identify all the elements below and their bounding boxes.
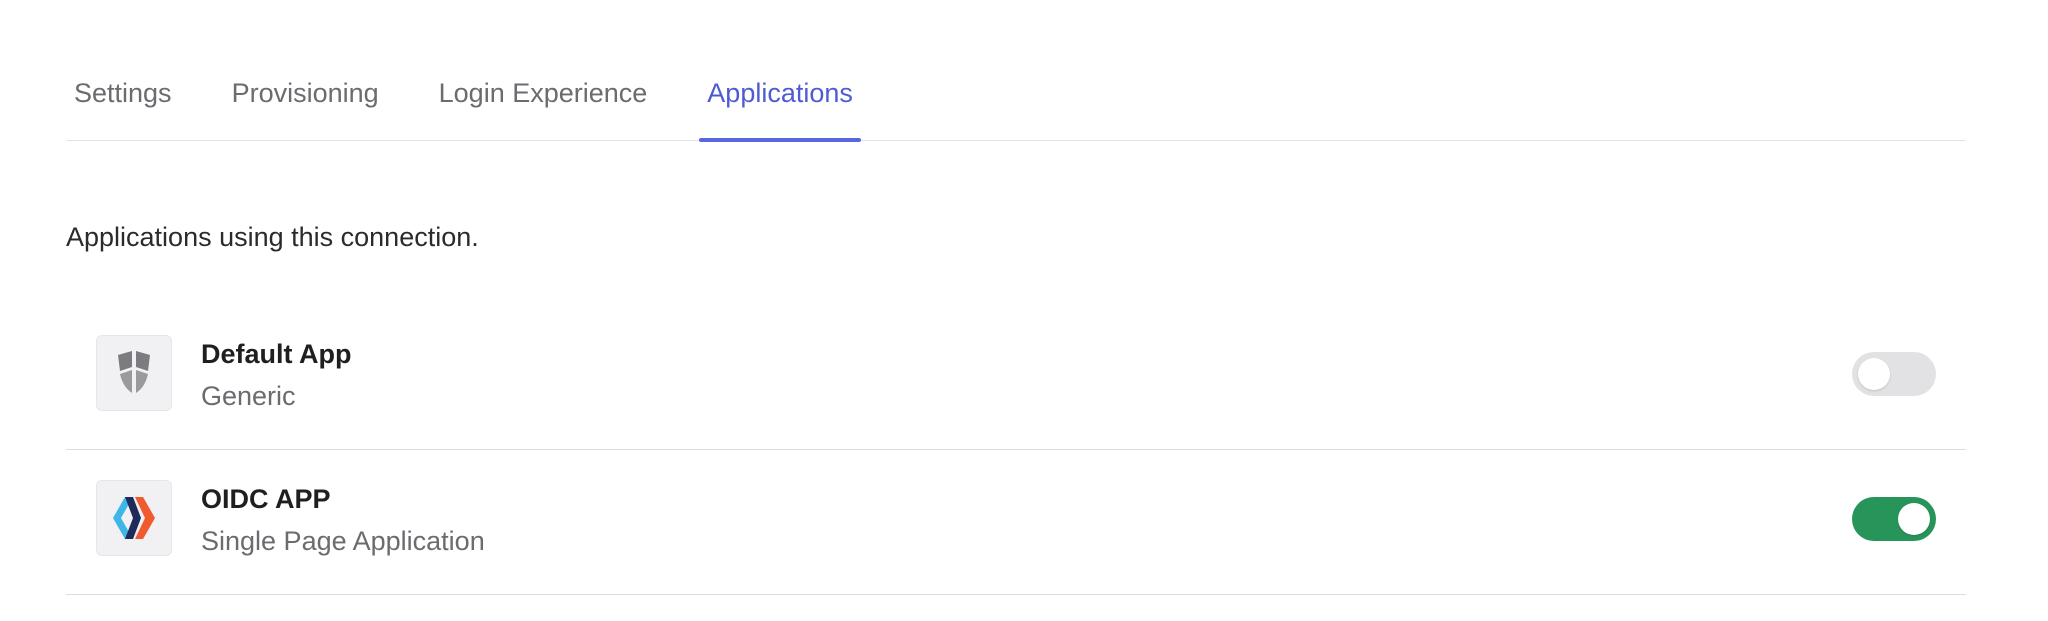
app-name: OIDC APP (201, 484, 331, 514)
tab-login-experience[interactable]: Login Experience (431, 58, 656, 140)
tab-bar: Settings Provisioning Login Experience A… (66, 58, 1966, 142)
spa-logo-icon (96, 480, 172, 556)
app-enable-toggle[interactable] (1852, 497, 1936, 541)
app-type: Single Page Application (201, 526, 485, 556)
tab-provisioning[interactable]: Provisioning (224, 58, 387, 140)
toggle-knob (1898, 503, 1930, 535)
applications-list: Default App Generic OIDC APP Single Page… (66, 305, 1966, 595)
list-item: Default App Generic (66, 305, 1966, 450)
applications-description: Applications using this connection. (66, 222, 479, 252)
tab-applications[interactable]: Applications (699, 58, 861, 142)
toggle-knob (1858, 358, 1890, 390)
app-enable-toggle[interactable] (1852, 352, 1936, 396)
list-item: OIDC APP Single Page Application (66, 450, 1966, 595)
connection-page: Settings Provisioning Login Experience A… (66, 0, 1966, 621)
app-type: Generic (201, 381, 296, 411)
app-name: Default App (201, 339, 352, 369)
shield-logo-icon (96, 335, 172, 411)
tab-settings[interactable]: Settings (66, 58, 180, 140)
